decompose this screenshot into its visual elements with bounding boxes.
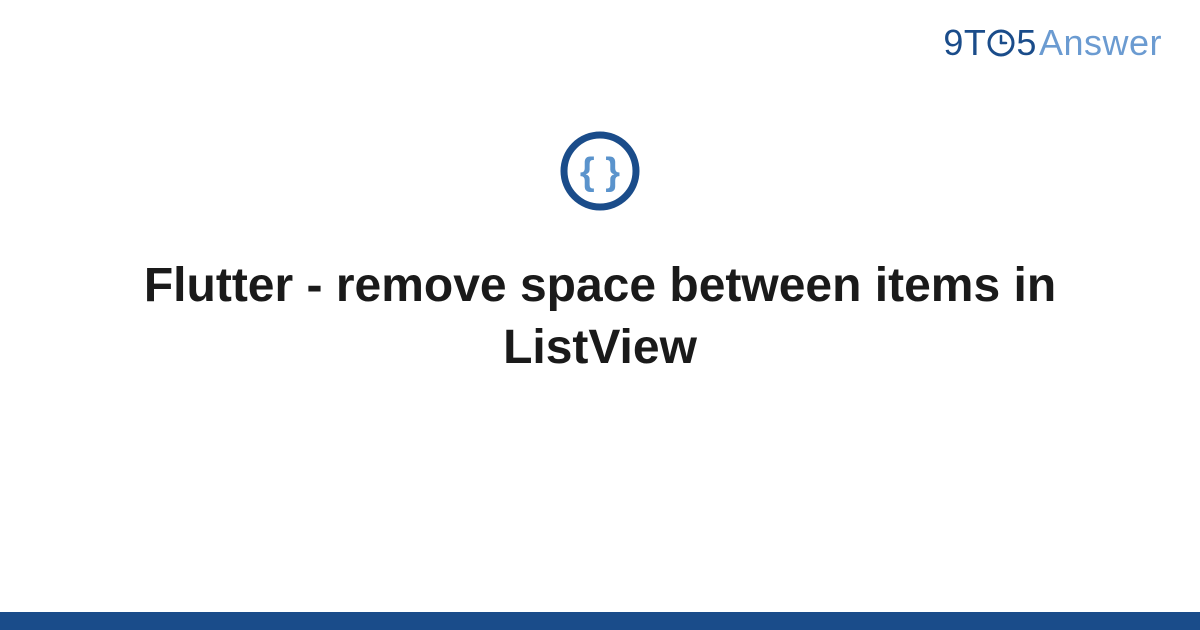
svg-text:{ }: { }	[580, 151, 620, 193]
code-braces-icon: { }	[559, 130, 641, 212]
logo-t: T	[964, 22, 987, 64]
logo-five: 5	[1016, 22, 1037, 64]
bottom-accent-bar	[0, 612, 1200, 630]
logo-answer: Answer	[1039, 22, 1162, 64]
page-title: Flutter - remove space between items in …	[0, 255, 1200, 380]
logo-nine: 9	[943, 22, 964, 64]
site-logo: 9 T 5 Answer	[943, 22, 1162, 64]
logo-clock-icon	[987, 29, 1015, 57]
